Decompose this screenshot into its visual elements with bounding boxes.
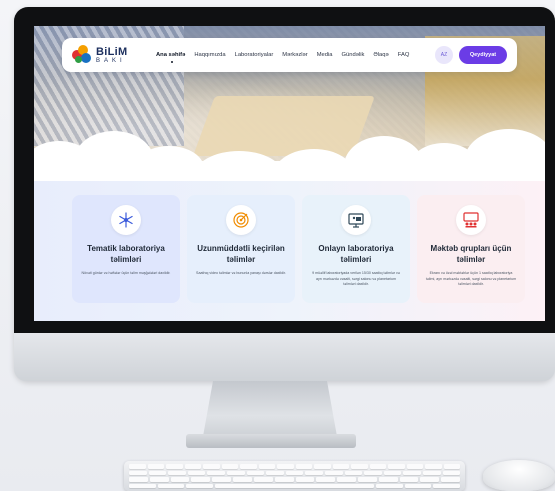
- nav-item-daily[interactable]: Gündəlik: [342, 52, 365, 58]
- card-description: 9 müəllif laboratoriyada verilən 15/30 s…: [312, 271, 400, 287]
- card-title: Məktəb qrupları üçün təlimlər: [430, 244, 512, 265]
- monitor-icon: [341, 205, 371, 235]
- card-long-term-trainings[interactable]: Uzunmüddətli keçirilən təlimlər Saathıq …: [187, 195, 295, 303]
- nav-item-home[interactable]: Ana səhifə: [156, 52, 185, 63]
- nav-links: Ana səhifə Haqqımızda Laboratoriyalar Mə…: [156, 52, 410, 63]
- snowflake-icon: [111, 205, 141, 235]
- keyboard: [124, 461, 465, 491]
- monitor-screen: BiLiM BAKI Ana səhifə Haqqımızda Laborat…: [34, 26, 545, 321]
- nav-item-faq[interactable]: FAQ: [398, 52, 410, 58]
- nav-item-centers[interactable]: Mərkəzlər: [282, 52, 307, 58]
- logo-title: BiLiM: [96, 45, 128, 58]
- monitor-chin: [14, 333, 555, 381]
- monitor-bezel: BiLiM BAKI Ana səhifə Haqqımızda Laborat…: [14, 7, 555, 333]
- card-online-trainings[interactable]: Onlayn laboratoriya təlimləri 9 müəllif …: [302, 195, 410, 303]
- site-logo[interactable]: BiLiM BAKI: [72, 45, 148, 65]
- card-school-groups[interactable]: Məktəb qrupları üçün təlimlər Ekranı və …: [417, 195, 525, 303]
- classroom-icon: [456, 205, 486, 235]
- logo-mark-icon: [72, 45, 92, 65]
- nav-item-laboratories[interactable]: Laboratoriyalar: [235, 52, 274, 58]
- logo-subtitle: BAKI: [96, 57, 126, 64]
- card-thematic-trainings[interactable]: Tematik laboratoriya təlimləri Növəti gü…: [72, 195, 180, 303]
- card-title: Tematik laboratoriya təlimləri: [87, 244, 165, 265]
- monitor-stand: [202, 381, 338, 439]
- card-title: Onlayn laboratoriya təlimləri: [318, 244, 394, 265]
- card-description: Saathıq video təlimlər və bununla yanaşı…: [196, 271, 286, 276]
- language-switcher[interactable]: AZ: [435, 46, 453, 64]
- card-description: Növəti günlər və həftələr üçün təlim məş…: [81, 271, 171, 276]
- top-navbar: BiLiM BAKI Ana səhifə Haqqımızda Laborat…: [62, 38, 517, 72]
- mouse: [483, 460, 555, 491]
- monitor-stand-base: [186, 434, 356, 448]
- card-title: Uzunmüddətli keçirilən təlimlər: [197, 244, 285, 265]
- card-description: Ekranı və özəl məktəblər üçün 1 saatlıq …: [425, 271, 517, 287]
- imac-monitor: BiLiM BAKI Ana səhifə Haqqımızda Laborat…: [14, 7, 555, 381]
- nav-item-media[interactable]: Media: [317, 52, 333, 58]
- register-button[interactable]: Qeydiyyat: [459, 46, 507, 64]
- nav-item-about[interactable]: Haqqımızda: [194, 52, 225, 58]
- trainings-section: Tematik laboratoriya təlimləri Növəti gü…: [34, 181, 545, 321]
- target-icon: [226, 205, 256, 235]
- nav-item-contact[interactable]: Əlaqə: [373, 52, 388, 58]
